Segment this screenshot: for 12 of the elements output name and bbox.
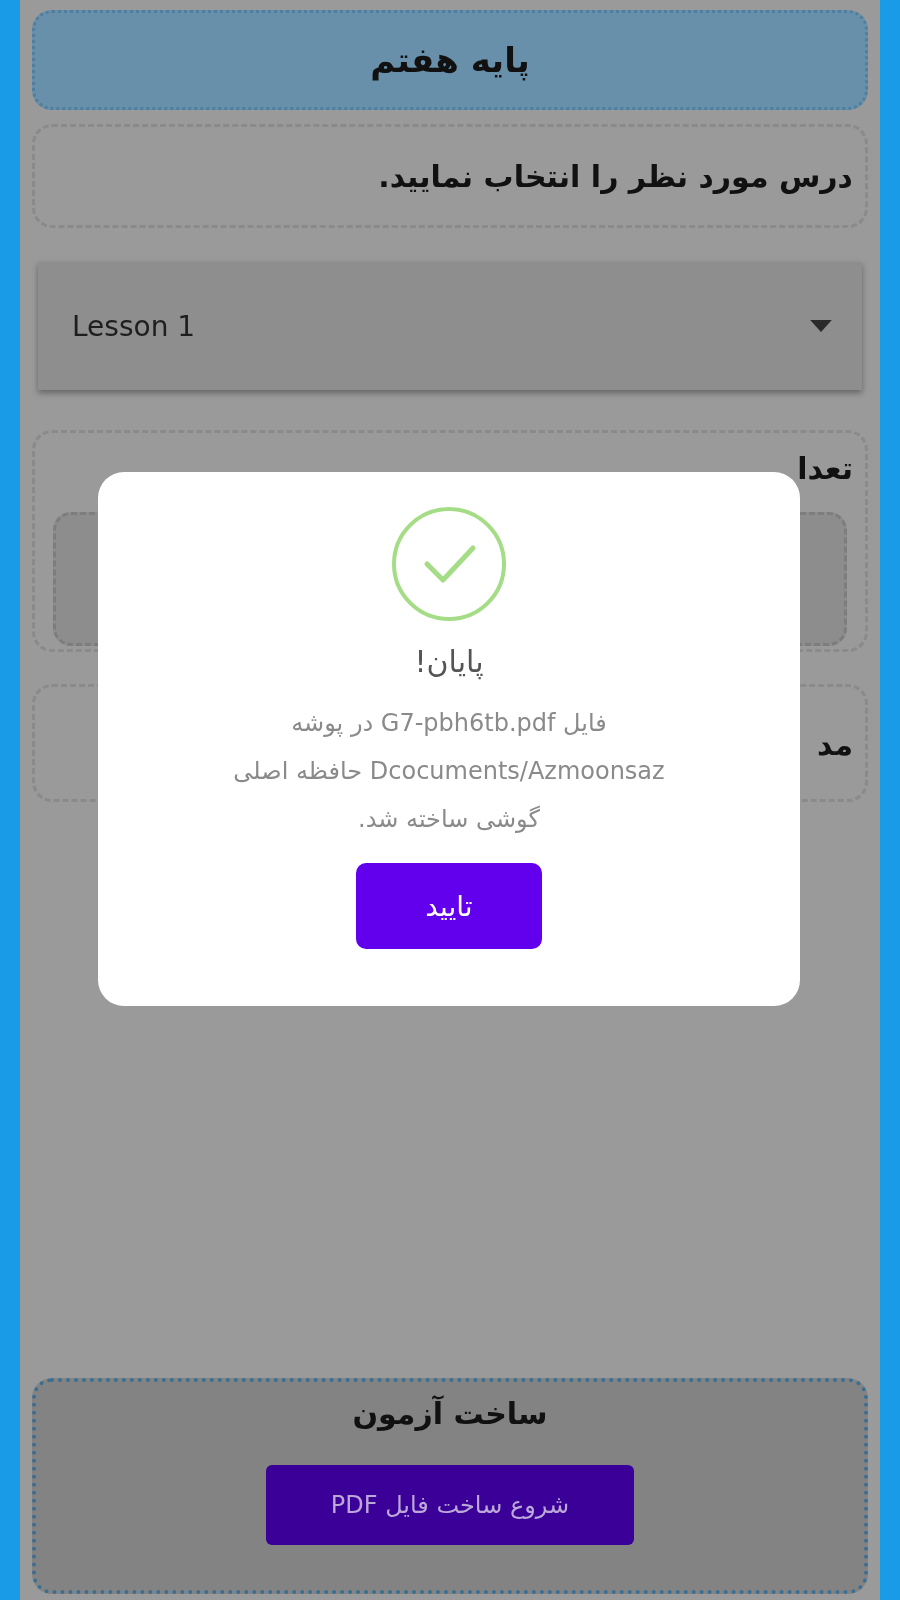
dialog-title: پایان!	[414, 644, 484, 679]
caret-icon	[810, 319, 832, 333]
lesson-dropdown[interactable]: Lesson 1	[38, 262, 862, 390]
section-title: ساخت آزمون	[352, 1396, 548, 1431]
section-label: تعدا	[797, 451, 853, 486]
screen-title: پایه هفتم	[370, 40, 530, 80]
prompt-text: درس مورد نظر را انتخاب نمایید.	[378, 158, 853, 194]
confirm-button[interactable]: تایید	[356, 863, 542, 949]
start-pdf-button[interactable]: شروع ساخت فایل PDF	[266, 1465, 634, 1545]
success-check-icon	[391, 506, 507, 622]
section-label: مد	[817, 727, 853, 762]
dialog-message: فایل G7-pbh6tb.pdf در پوشه Dcocuments/Azmoonsaz حافظه اصلی گوشی ساخته شد.	[232, 708, 666, 835]
